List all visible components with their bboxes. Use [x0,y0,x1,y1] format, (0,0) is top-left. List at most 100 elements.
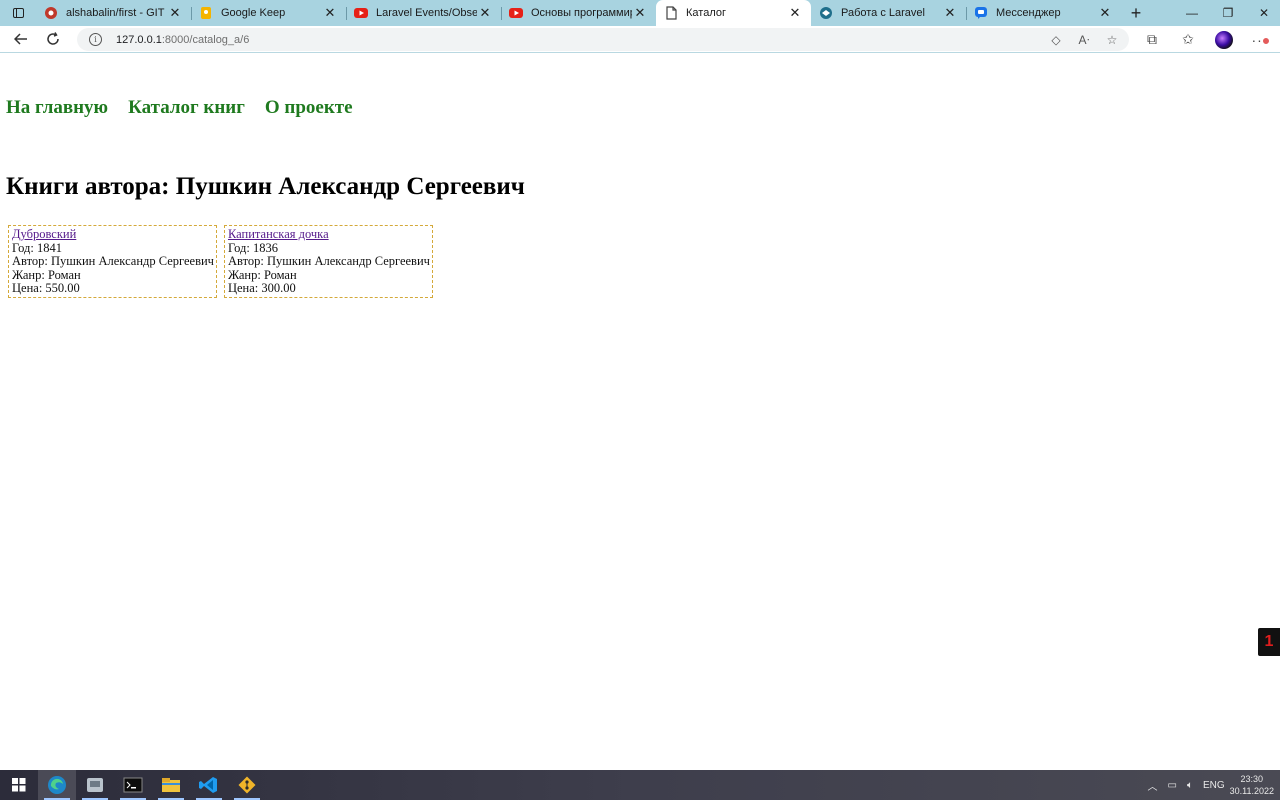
book-card: Капитанская дочка Год: 1836 Автор: Пушки… [223,225,433,298]
minimize-button[interactable]: — [1174,0,1210,26]
close-tab-icon[interactable]: ✕ [942,5,958,21]
explorer-taskbar-button[interactable] [152,770,190,800]
book-author: Автор: Пушкин Александр Сергеевич [12,254,214,269]
book-price: Цена: 300.00 [227,281,296,296]
start-button[interactable] [0,770,38,800]
taskbar: ︿ ▭ 🔈︎ ENG 23:30 30.11.2022 [0,770,1280,800]
back-button[interactable] [5,26,37,53]
tab-git-forge[interactable]: alshabalin/first - GIT Forla ✕ [36,0,191,26]
page-icon [664,6,678,20]
favorites-icon: ✩ [1182,31,1194,47]
git-taskbar-button[interactable] [228,770,266,800]
puzzle-icon: ⧉ [1147,31,1157,47]
vscode-taskbar-button[interactable] [190,770,228,800]
chevron-up-icon[interactable]: ︿ [1147,778,1157,793]
git-icon [238,776,256,794]
file-explorer-icon [162,778,180,792]
clock[interactable]: 23:30 30.11.2022 [1230,773,1274,797]
page-title: Книги автора: Пушкин Александр Сергеевич [6,173,525,200]
restore-button[interactable]: ❐ [1210,0,1246,26]
tab-google-keep[interactable]: Google Keep ✕ [191,0,346,26]
vscode-icon [199,777,217,793]
more-icon: ··· [1251,31,1270,48]
new-tab-button[interactable]: + [1121,3,1151,24]
app-icon [87,778,103,792]
tab-title: Работа с Laravel [841,7,925,19]
close-tab-icon[interactable]: ✕ [167,5,183,21]
book-genre: Жанр: Роман [12,267,81,282]
tab-title: Каталог [686,7,726,19]
read-aloud-icon[interactable]: Aᐧ [1075,33,1093,47]
book-card: Дубровский Год: 1841 Автор: Пушкин Алекс… [8,225,217,298]
tab-actions-button[interactable] [0,0,36,26]
profile-button[interactable] [1210,26,1238,53]
edge-icon [48,776,66,794]
windows-logo-icon [12,778,26,792]
book-year: Год: 1836 [227,240,278,255]
url-host: 127.0.0.1 [116,33,162,46]
book-year: Год: 1841 [12,240,62,255]
reload-button[interactable] [37,26,69,53]
counter-badge[interactable]: 1 [1258,628,1280,656]
volume-icon[interactable]: 🔈︎ [1187,780,1193,791]
browser-toolbar: i 127.0.0.1:8000/catalog_a/6 ◇ Aᐧ ☆ [0,26,1280,53]
system-tray: ︿ ▭ 🔈︎ ENG 23:30 30.11.2022 [1142,770,1280,800]
laravel-course-favicon [819,6,833,20]
tab-laravel-course[interactable]: Работа с Laravel ✕ [811,0,966,26]
nav-about-link[interactable]: О проекте [265,97,353,119]
tab-strip: alshabalin/first - GIT Forla ✕ Google Ke… [0,0,1280,26]
tab-title: Мессенджер [996,7,1061,19]
extensions-button[interactable]: ⧉ [1138,26,1166,53]
tab-title: alshabalin/first - GIT Forla [66,7,167,19]
tab-youtube-basics[interactable]: Основы программирова ✕ [501,0,656,26]
book-price: Цена: 550.00 [12,281,80,296]
close-tab-icon[interactable]: ✕ [1097,5,1113,21]
avatar [1215,30,1233,49]
address-bar[interactable]: i 127.0.0.1:8000/catalog_a/6 ◇ Aᐧ ☆ [77,28,1129,51]
network-icon[interactable]: ▭ [1167,780,1176,791]
google-keep-favicon [199,6,213,20]
tab-title: Laravel Events/Observers [376,7,477,19]
add-favorite-icon[interactable]: ☆ [1103,33,1121,47]
youtube-favicon [509,6,523,20]
app-taskbar-button[interactable] [76,770,114,800]
favorites-button[interactable]: ✩ [1174,26,1202,53]
back-arrow-icon [14,33,27,45]
tab-messenger[interactable]: Мессенджер ✕ [966,0,1121,26]
close-tab-icon[interactable]: ✕ [322,5,338,21]
tab-youtube-laravel[interactable]: Laravel Events/Observers ✕ [346,0,501,26]
language-indicator[interactable]: ENG [1203,780,1225,791]
nav-catalog-link[interactable]: Каталог книг [128,97,245,119]
git-forge-favicon [44,6,58,20]
edge-taskbar-button[interactable] [38,770,76,800]
nav-home-link[interactable]: На главную [6,97,108,119]
tag-icon[interactable]: ◇ [1047,33,1065,47]
book-title-link[interactable]: Дубровский [12,227,76,241]
main-nav: На главную Каталог книг О проекте [6,97,353,119]
close-window-button[interactable]: ✕ [1246,0,1280,26]
counter-value: 1 [1264,633,1274,650]
book-author: Автор: Пушкин Александр Сергеевич [227,254,430,269]
notification-dot [1261,36,1270,45]
page-content: На главную Каталог книг О проекте Книги … [0,54,1280,770]
messenger-favicon [974,6,988,20]
close-tab-icon[interactable]: ✕ [632,5,648,21]
tab-title: Google Keep [221,7,286,19]
youtube-favicon [354,6,368,20]
tab-title: Основы программирова [531,7,632,19]
close-tab-icon[interactable]: ✕ [787,5,803,21]
close-tab-icon[interactable]: ✕ [477,5,493,21]
book-title-link[interactable]: Капитанская дочка [228,227,329,241]
tab-actions-icon [12,8,24,18]
clock-time: 23:30 [1240,774,1264,784]
terminal-taskbar-button[interactable] [114,770,152,800]
clock-date: 30.11.2022 [1229,786,1274,796]
url-path: :8000/catalog_a/6 [161,33,250,46]
site-info-icon[interactable]: i [89,33,102,46]
terminal-icon [123,777,143,793]
book-list: Дубровский Год: 1841 Автор: Пушкин Алекс… [8,225,433,298]
settings-menu-button[interactable]: ··· [1246,26,1274,53]
tab-catalog[interactable]: Каталог ✕ [656,0,811,26]
reload-icon [47,32,59,45]
book-genre: Жанр: Роман [227,267,297,282]
